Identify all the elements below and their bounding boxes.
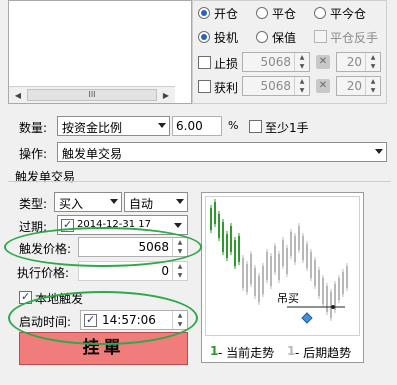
trend-preview-chart: 吊买 [205,196,360,336]
operation-select[interactable]: 触发单交易 [57,142,387,162]
spin-up-icon[interactable]: ▲ [366,77,380,86]
trigger-point-icon [301,312,313,324]
radio-close-today-label: 平今仓 [330,7,367,21]
candle-body [230,226,232,252]
min-one-lot-checkbox[interactable] [249,120,262,133]
candle-body [318,270,320,296]
highlight-start-time [8,291,198,345]
spin-down-icon[interactable]: ▼ [295,86,309,95]
trigger-point-dot [331,305,335,309]
radio-open[interactable] [198,7,210,19]
spin-down-icon[interactable]: ▼ [295,62,309,71]
radio-open-label: 开仓 [214,7,239,21]
candle-body [270,256,272,286]
candle-body [218,214,220,238]
stop-loss-label: 止损 [214,57,239,71]
highlight-trigger-price [4,227,202,267]
candle-body [222,222,224,252]
close-reverse-label: 平仓反手 [330,31,379,45]
stop-loss-price[interactable]: 5068 ▲ ▼ [242,52,310,72]
chevron-down-icon [176,199,184,204]
candle-body [302,236,304,260]
spin-down-icon[interactable]: ▼ [366,86,380,95]
radio-hedge-label: 保值 [272,31,297,45]
link-icon[interactable]: ✕ [316,79,330,93]
candle-body [226,234,228,258]
radio-speculation-label: 投机 [214,31,239,45]
candle-body [290,232,292,256]
candle-body [310,252,312,278]
candle-body [314,260,316,286]
candle-body [286,248,288,274]
trend-preview: 吊买 1 - 当前走势 1 - 后期趋势 [201,192,364,363]
spin-down-icon[interactable]: ▼ [173,271,187,280]
stop-loss-qty[interactable]: 20 ▲ ▼ [336,52,381,72]
legend-later: - 后期趋势 [295,346,352,360]
candle-body [238,236,240,262]
candle-body [338,278,340,300]
candle-body [274,246,276,272]
candle-body [322,278,324,304]
candle-body [346,266,348,288]
take-profit-price[interactable]: 5068 ▲ ▼ [242,76,310,96]
quantity-input[interactable]: 6.00 [172,116,222,136]
candle-body [306,244,308,268]
take-profit-label: 获利 [214,81,239,95]
candle-body [242,258,244,288]
candle-body [266,252,268,280]
legend-current: - 当前走势 [218,346,275,360]
candle-body [214,202,216,224]
candle-body [258,276,260,302]
chevron-down-icon[interactable] [174,223,182,228]
operation-label: 操作: [19,147,48,161]
exec-price-label: 执行价格: [17,266,70,280]
candle-body [210,208,212,230]
candle-body [234,240,236,266]
stop-loss-checkbox[interactable] [198,56,211,69]
candle-body [298,226,300,250]
auto-select[interactable]: 自动 [124,192,188,212]
radio-close-today[interactable] [314,7,326,19]
list-horizontal-scrollbar[interactable]: ◀ III ▶ [9,86,175,103]
quantity-mode-select[interactable]: 按资金比例 [57,116,170,136]
spin-up-icon[interactable]: ▲ [295,77,309,86]
close-reverse-checkbox[interactable] [314,30,327,43]
chevron-down-icon [375,149,383,154]
spin-up-icon[interactable]: ▲ [295,53,309,62]
radio-close-label: 平仓 [272,7,297,21]
spin-down-icon[interactable]: ▼ [366,62,380,71]
candle-body [330,292,332,318]
candle-body [246,264,248,292]
link-icon[interactable]: ✕ [316,55,330,69]
candle-body [262,266,264,294]
candle-body [250,254,252,284]
chevron-down-icon [110,199,118,204]
candle-body [326,286,328,312]
min-one-lot-label: 至少1手 [265,121,309,135]
candle-body [342,272,344,294]
spin-up-icon[interactable]: ▲ [173,262,187,271]
type-label: 类型: [19,197,48,211]
scroll-thumb[interactable]: III [27,89,157,101]
chevron-down-icon [158,123,166,128]
radio-hedge[interactable] [256,31,268,43]
quantity-label: 数量: [19,121,48,135]
candle-body [254,268,256,296]
scroll-right-icon[interactable]: ▶ [159,89,173,102]
take-profit-qty[interactable]: 20 ▲ ▼ [336,76,381,96]
take-profit-checkbox[interactable] [198,80,211,93]
candle-body [278,254,280,280]
spin-up-icon[interactable]: ▲ [366,53,380,62]
scroll-left-icon[interactable]: ◀ [11,89,25,102]
candle-body [282,240,284,266]
buy-trigger-label: 吊买 [277,292,299,305]
percent-unit: % [228,119,239,132]
radio-speculation[interactable] [198,31,210,43]
radio-close[interactable] [256,7,268,19]
candle-body [294,236,296,262]
type-select[interactable]: 买入 [54,192,122,212]
